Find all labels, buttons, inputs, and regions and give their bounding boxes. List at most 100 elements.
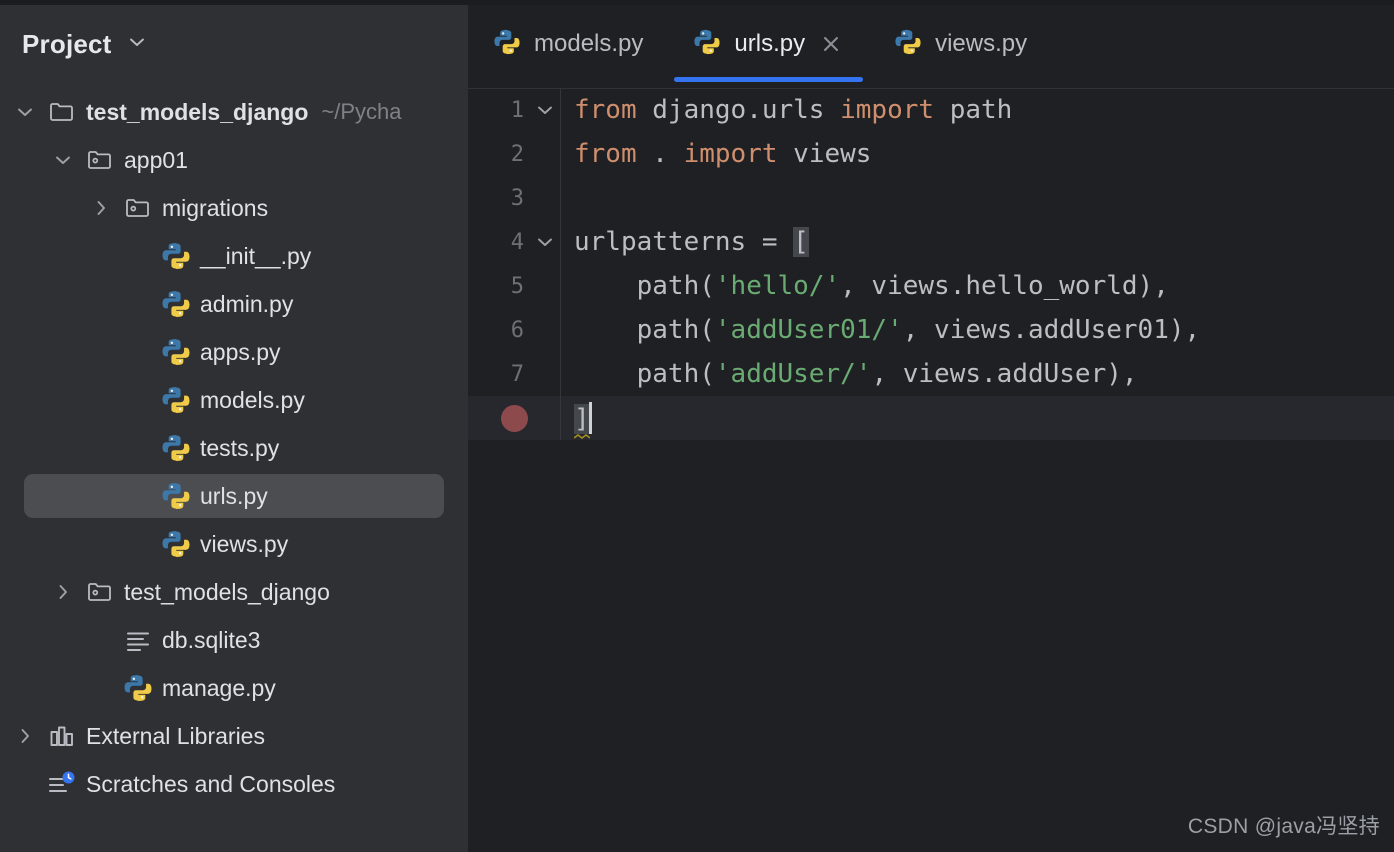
line-number: 2 [510, 141, 524, 167]
project-tool-window-header[interactable]: Project [0, 0, 468, 88]
tree-row-models-py[interactable]: models.py [0, 376, 468, 424]
tree-item-label: db.sqlite3 [162, 626, 261, 653]
tree-item-label: tests.py [200, 434, 280, 461]
ide-window: Project test_models_django ~/Pycha app01 … [0, 0, 1394, 852]
editor-tab-urls-py[interactable]: urls.py [668, 0, 869, 88]
gutter-divider [560, 88, 561, 132]
python-file-icon [118, 673, 158, 703]
python-file-icon [156, 289, 196, 319]
python-file-icon [162, 483, 190, 509]
code-line-text[interactable]: path('addUser/', views.addUser), [560, 359, 1138, 389]
tree-item-label: Scratches and Consoles [86, 770, 336, 797]
tree-row-urls-py[interactable]: urls.py [0, 472, 468, 520]
code-editor[interactable]: 1 from django.urls import path 2 from . imp… [468, 88, 1394, 852]
module-folder-icon [80, 146, 120, 174]
tree-item-label: models.py [200, 386, 305, 413]
python-file-icon [124, 675, 152, 701]
line-number-gutter: 2 [468, 132, 560, 176]
code-line[interactable]: 7 path('addUser/', views.addUser), [468, 352, 1394, 396]
chevron-down-icon[interactable] [8, 101, 42, 123]
python-file-icon [156, 385, 196, 415]
project-path-suffix: ~/Pycha [321, 99, 402, 124]
chevron-down-icon[interactable] [530, 99, 560, 121]
tree-row-external-libraries[interactable]: External Libraries [0, 712, 468, 760]
chevron-down-icon[interactable] [126, 31, 148, 58]
python-file-icon [694, 29, 720, 54]
tree-row-test-models-django[interactable]: test_models_django [0, 568, 468, 616]
tree-row-db-sqlite3[interactable]: db.sqlite3 [0, 616, 468, 664]
line-number: 4 [510, 229, 524, 255]
module-folder-icon [118, 194, 158, 222]
code-line[interactable]: 6 path('addUser01/', views.addUser01), [468, 308, 1394, 352]
code-line[interactable]: 5 path('hello/', views.hello_world), [468, 264, 1394, 308]
chevron-down-icon[interactable] [46, 149, 80, 171]
database-file-icon [118, 626, 158, 654]
project-file-tree[interactable]: test_models_django ~/Pycha app01 migratio… [0, 88, 468, 808]
code-line-text[interactable]: urlpatterns = [ [560, 227, 809, 257]
python-file-icon [162, 387, 190, 413]
chevron-down-icon[interactable] [530, 231, 560, 253]
tree-item-label: app01 [124, 146, 188, 173]
code-line[interactable]: 1 from django.urls import path [468, 88, 1394, 132]
code-line[interactable]: 4 urlpatterns = [ [468, 220, 1394, 264]
line-number: 1 [510, 97, 524, 123]
line-number-gutter: 4 [468, 220, 560, 264]
python-file-icon [693, 28, 721, 61]
python-file-icon [894, 28, 922, 61]
tree-row-admin-py[interactable]: admin.py [0, 280, 468, 328]
line-number-gutter: 7 [468, 352, 560, 396]
tree-row-tests-py[interactable]: tests.py [0, 424, 468, 472]
editor-tab-models-py[interactable]: models.py [468, 0, 668, 88]
chevron-right-icon[interactable] [46, 581, 80, 603]
code-line[interactable]: ] [468, 396, 1394, 440]
code-line[interactable]: 3 [468, 176, 1394, 220]
code-line-text[interactable]: path('addUser01/', views.addUser01), [560, 315, 1201, 345]
tree-row--init-py[interactable]: __init__.py [0, 232, 468, 280]
editor-tab-bar[interactable]: models.py urls.py views.py [468, 0, 1394, 88]
line-number: 5 [510, 273, 524, 299]
editor-tab-label: models.py [534, 30, 644, 57]
tree-row-test-models-django[interactable]: test_models_django ~/Pycha [0, 88, 468, 136]
python-file-icon [162, 339, 190, 365]
tree-row-manage-py[interactable]: manage.py [0, 664, 468, 712]
warning-squiggle [573, 427, 591, 439]
editor-tab-label: urls.py [734, 30, 806, 57]
gutter-divider [560, 396, 561, 440]
tree-item-label: apps.py [200, 338, 281, 365]
page-title: Project [22, 28, 112, 59]
line-number: 6 [510, 317, 524, 343]
editor-area: models.py urls.py views.py 1 from django.… [468, 0, 1394, 852]
libraries-icon [42, 722, 82, 750]
tree-row-migrations[interactable]: migrations [0, 184, 468, 232]
close-icon[interactable] [818, 31, 844, 57]
tree-row-views-py[interactable]: views.py [0, 520, 468, 568]
tree-item-label: __init__.py [200, 242, 312, 269]
gutter-divider [560, 352, 561, 396]
code-line-text[interactable]: from django.urls import path [560, 95, 1012, 125]
tree-row-apps-py[interactable]: apps.py [0, 328, 468, 376]
breakpoint-icon[interactable] [500, 404, 528, 432]
active-tab-underline [674, 77, 864, 82]
gutter-divider [560, 264, 561, 308]
breakpoint-gutter[interactable] [468, 404, 560, 432]
line-number-gutter: 3 [468, 176, 560, 220]
tree-row-app01[interactable]: app01 [0, 136, 468, 184]
gutter-divider [560, 308, 561, 352]
chevron-right-icon[interactable] [84, 197, 118, 219]
line-number: 3 [510, 185, 524, 211]
gutter-divider [560, 176, 561, 220]
chevron-right-icon[interactable] [8, 725, 42, 747]
gutter-divider [560, 132, 561, 176]
code-line-text[interactable]: path('hello/', views.hello_world), [560, 271, 1169, 301]
editor-tab-views-py[interactable]: views.py [869, 0, 1052, 88]
line-number-gutter: 5 [468, 264, 560, 308]
tree-row-scratches-and-consoles[interactable]: Scratches and Consoles [0, 760, 468, 808]
python-file-icon [156, 529, 196, 559]
gutter-divider [560, 220, 561, 264]
tree-item-label: manage.py [162, 674, 276, 701]
code-line-text[interactable]: from . import views [560, 139, 871, 169]
python-file-icon [162, 435, 190, 461]
python-file-icon [494, 29, 520, 54]
tree-item-label: urls.py [200, 482, 268, 509]
code-line[interactable]: 2 from . import views [468, 132, 1394, 176]
